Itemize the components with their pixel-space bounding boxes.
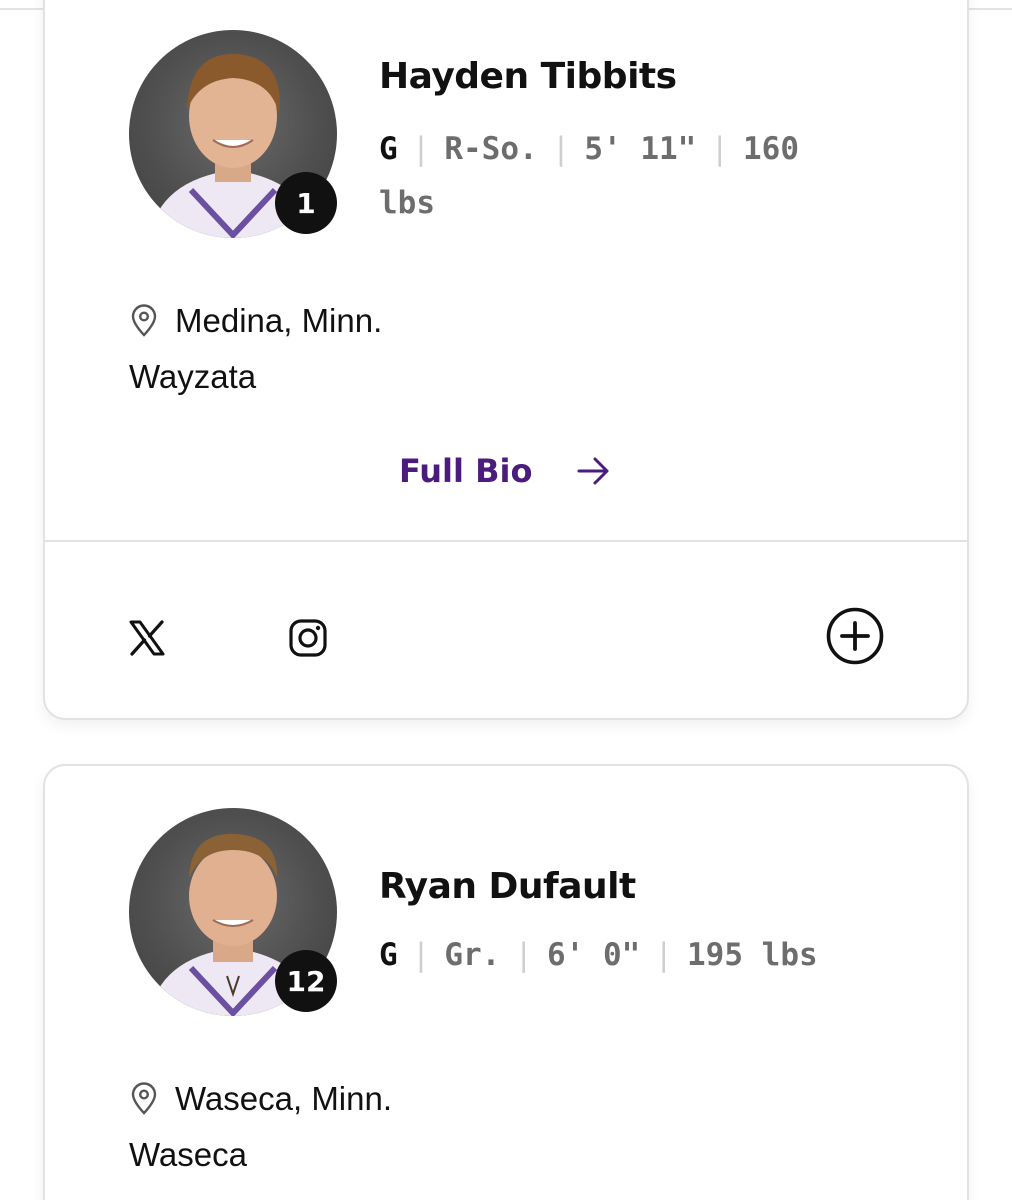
location-pin-icon — [131, 1082, 157, 1115]
player-hometown: Waseca, Minn. — [129, 1080, 392, 1118]
full-bio-label: Full Bio — [399, 452, 533, 490]
player-class: Gr. — [444, 937, 501, 973]
plus-circle-icon[interactable] — [825, 606, 885, 666]
location-pin-icon — [131, 304, 157, 337]
player-name[interactable]: Hayden Tibbits — [379, 56, 677, 97]
player-weight: 195 lbs — [687, 937, 818, 973]
player-high-school: Wayzata — [129, 358, 257, 395]
meta-separator: | — [411, 131, 431, 167]
player-hometown: Medina, Minn. — [129, 302, 382, 340]
x-twitter-icon[interactable] — [127, 618, 167, 658]
jersey-number-badge: 12 — [275, 950, 337, 1012]
player-card: 12 Ryan Dufault G | Gr. | 6' 0" | 195 lbs Wase… — [43, 764, 969, 1200]
jersey-number-badge: 1 — [275, 172, 337, 234]
meta-separator: | — [551, 131, 571, 167]
player-height: 6' 0" — [547, 937, 641, 973]
hometown-text: Medina, Minn. — [175, 302, 383, 339]
meta-separator: | — [411, 937, 431, 973]
player-height: 5' 11" — [584, 131, 697, 167]
arrow-right-icon — [577, 457, 609, 485]
player-weight-unit: lbs — [379, 185, 435, 221]
player-meta: G | Gr. | 6' 0" | 195 lbs — [379, 928, 879, 982]
meta-separator: | — [654, 937, 674, 973]
player-card: 1 Hayden Tibbits G | R-So. | 5' 11" | 160 lbs M… — [43, 0, 969, 720]
player-weight: 160 — [743, 131, 799, 167]
player-position: G — [379, 131, 398, 167]
full-bio-link[interactable]: Full Bio — [399, 452, 612, 490]
card-divider — [45, 540, 967, 542]
player-position: G — [379, 937, 398, 973]
meta-separator: | — [710, 131, 729, 167]
player-high-school: Waseca — [129, 1136, 247, 1173]
player-meta: G | R-So. | 5' 11" | 160 lbs — [379, 122, 879, 230]
instagram-icon[interactable] — [288, 618, 328, 658]
player-class: R-So. — [444, 131, 538, 167]
hometown-text: Waseca, Minn. — [175, 1080, 393, 1117]
meta-separator: | — [514, 937, 534, 973]
player-name[interactable]: Ryan Dufault — [379, 866, 636, 907]
